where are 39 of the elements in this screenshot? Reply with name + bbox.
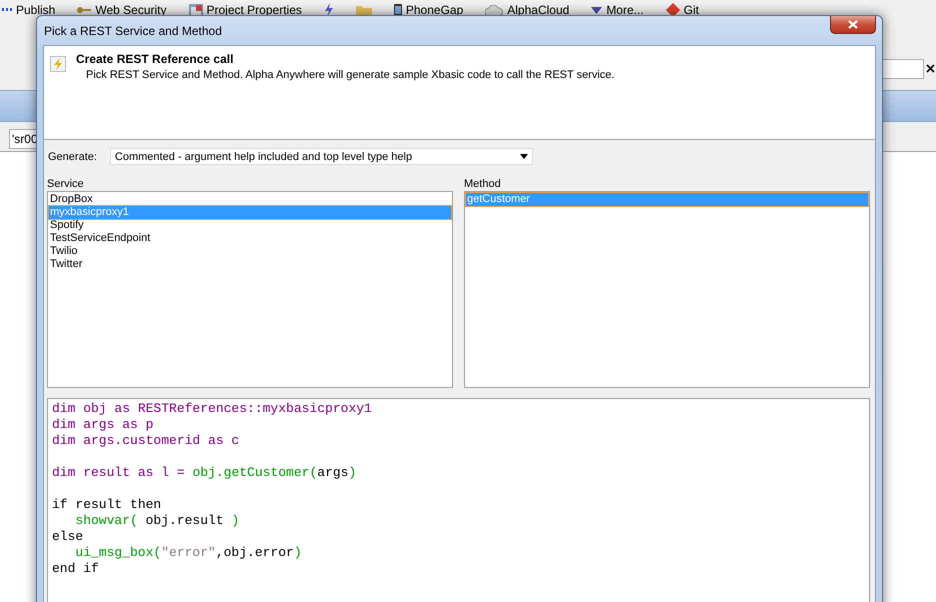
list-item[interactable]: Twilio <box>49 245 451 258</box>
cloud-icon <box>485 4 504 16</box>
header-description: Pick REST Service and Method. Alpha Anywhere will generate sample Xbasic code to call the REST service. <box>85 69 614 81</box>
toolbar-item[interactable] <box>324 3 334 17</box>
code-line: if result then <box>52 497 162 513</box>
close-button[interactable] <box>830 16 876 34</box>
properties-icon <box>188 4 202 16</box>
lightning-icon <box>50 56 66 72</box>
phone-icon <box>394 4 402 16</box>
header-title: Create REST Reference call <box>76 52 234 66</box>
code-editor[interactable]: dim obj as RESTReferences::myxbasicproxy1 dim args as p dim args.customerid as c dim result as l = obj.getCustomer(args) if result then showvar( obj.result ) else ui_msg_box("error",obj.error) end if <box>47 398 870 602</box>
code-line: end if <box>52 561 99 577</box>
dropdown-arrow-icon <box>520 154 528 159</box>
generate-label: Generate: <box>48 150 97 162</box>
key-icon <box>77 6 92 14</box>
list-item[interactable]: TestServiceEndpoint <box>49 232 451 245</box>
code-line: dim args.customerid as c <box>52 433 240 449</box>
code-line: dim args as p <box>52 417 154 433</box>
toolbar-item[interactable]: Publish <box>2 3 56 17</box>
code-line: dim obj as RESTReferences::myxbasicproxy1 <box>52 401 372 417</box>
list-label: Service <box>47 178 85 190</box>
list-item[interactable]: Twitter <box>49 258 451 271</box>
list-item[interactable]: Spotify <box>49 219 451 232</box>
code-line: ui_msg_box("error",obj.error) <box>75 545 302 561</box>
toolbar-item[interactable]: Git <box>666 3 699 17</box>
code-line: showvar( obj.result ) <box>75 513 240 529</box>
lightning-icon <box>324 3 334 17</box>
toolbar-item[interactable]: AlphaCloud <box>485 3 570 17</box>
toolbar-item[interactable]: More... <box>591 3 644 17</box>
toolbar-item[interactable]: Web Security <box>77 3 166 17</box>
generate-dropdown[interactable]: Commented - argument help included and top level type help <box>110 148 533 165</box>
code-line: dim result as l = obj.getCustomer(args) <box>52 465 356 481</box>
git-icon <box>666 3 680 17</box>
code-line: else <box>52 529 84 545</box>
list-item[interactable]: DropBox <box>49 193 451 206</box>
dots-icon <box>2 7 12 13</box>
list-label: Method <box>464 178 502 190</box>
close-icon <box>848 20 858 28</box>
window-title: Pick a REST Service and Method <box>43 24 222 38</box>
